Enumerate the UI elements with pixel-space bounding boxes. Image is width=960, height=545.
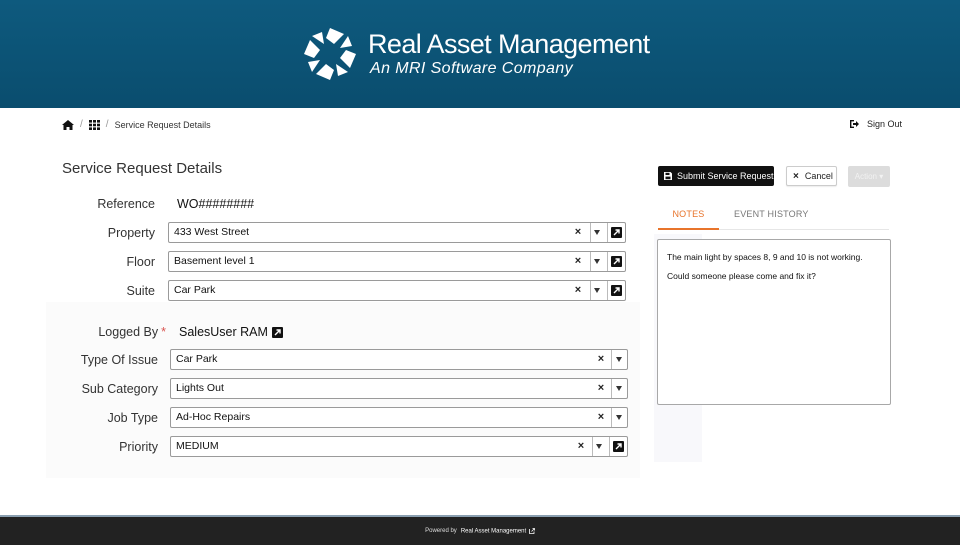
logged-by-user: SalesUser RAM [179,325,268,339]
property-label: Property [107,226,155,240]
field-divider [609,437,610,456]
clear-icon[interactable]: × [595,353,607,365]
reference-value: WO######## [177,197,255,211]
job-type-label: Job Type [107,411,158,425]
open-record-icon[interactable] [271,326,283,338]
suite-label: Suite [126,284,156,298]
chevron-down-icon[interactable] [594,288,600,293]
job-type-select[interactable]: Ad-Hoc Repairs × [170,407,628,428]
type-of-issue-select[interactable]: Car Park × [170,349,628,370]
brand-title: Real Asset Management [368,29,650,59]
breadcrumb-separator: / [105,119,109,130]
chevron-down-icon[interactable] [594,230,600,235]
open-record-icon[interactable] [611,285,622,296]
floor-value: Basement level 1 [174,255,255,267]
field-divider [590,252,591,271]
sub-category-label: Sub Category [81,382,158,396]
footer: Powered by Real Asset Management [0,515,960,545]
priority-value: MEDIUM [176,440,219,452]
notes-textarea[interactable]: The main light by spaces 8, 9 and 10 is … [657,239,891,405]
field-divider [592,437,593,456]
tab-event-history[interactable]: EVENT HISTORY [734,209,809,219]
open-record-icon[interactable] [611,227,622,238]
submit-service-request-button[interactable]: Submit Service Request [658,166,774,186]
powered-by-label: Powered by [425,528,457,534]
sign-out-icon [850,120,859,128]
field-divider [611,350,612,369]
chevron-down-icon[interactable] [596,444,602,449]
field-divider [607,252,608,271]
pinwheel-logo-icon [304,28,356,80]
logged-by-value: SalesUser RAM [179,325,283,339]
breadcrumb: / / Service Request Details [62,119,211,130]
clear-icon[interactable]: × [572,255,584,267]
grid-icon[interactable] [88,119,100,130]
field-divider [611,408,612,427]
breadcrumb-current: Service Request Details [114,119,211,130]
open-record-icon[interactable] [611,256,622,267]
chevron-down-icon[interactable] [616,415,622,420]
type-of-issue-label: Type Of Issue [80,353,158,367]
clear-icon[interactable]: × [575,440,587,452]
external-link-icon [528,527,535,534]
notes-line: Could someone please come and fix it? [667,271,816,281]
brand-logo[interactable]: Real Asset Management An MRI Software Co… [300,24,650,84]
priority-label: Priority [119,440,158,454]
reference-label: Reference [97,197,155,211]
footer-link[interactable]: Real Asset Management [460,527,535,535]
close-icon: × [793,170,799,182]
chevron-down-icon[interactable] [616,386,622,391]
breadcrumb-separator: / [80,119,83,130]
open-record-icon[interactable] [613,441,624,452]
sub-category-select[interactable]: Lights Out × [170,378,628,399]
chevron-down-icon[interactable] [594,259,600,264]
field-divider [590,281,591,300]
type-of-issue-value: Car Park [176,353,218,365]
clear-icon[interactable]: × [595,411,607,423]
property-value: 433 West Street [174,226,250,238]
action-label: Action ▾ [854,172,884,181]
job-type-value: Ad-Hoc Repairs [176,411,251,423]
action-dropdown-button[interactable]: Action ▾ [848,166,890,187]
clear-icon[interactable]: × [595,382,607,394]
floor-select[interactable]: Basement level 1 × [168,251,626,272]
footer-link-text: Real Asset Management [460,528,527,535]
logged-by-label: Logged By * [60,325,166,339]
clear-icon[interactable]: × [572,284,584,296]
chevron-down-icon[interactable] [616,357,622,362]
notes-line: The main light by spaces 8, 9 and 10 is … [667,252,863,262]
suite-value: Car Park [174,284,216,296]
home-icon[interactable] [62,119,74,130]
clear-icon[interactable]: × [572,226,584,238]
header-banner: Real Asset Management An MRI Software Co… [0,0,960,108]
tab-notes[interactable]: NOTES [658,209,719,230]
suite-select[interactable]: Car Park × [168,280,626,301]
tab-underline [719,229,889,230]
required-indicator: * [161,325,166,339]
field-divider [607,281,608,300]
field-divider [611,379,612,398]
page-title: Service Request Details [62,160,223,177]
cancel-button[interactable]: × Cancel [786,166,837,186]
floor-label: Floor [126,255,155,269]
brand-subtitle: An MRI Software Company [370,60,574,77]
submit-label: Submit Service Request [677,171,774,181]
property-select[interactable]: 433 West Street × [168,222,626,243]
sign-out-label: Sign Out [867,119,903,129]
sub-category-value: Lights Out [176,382,224,394]
field-divider [607,223,608,242]
logged-by-label-text: Logged By [98,325,159,339]
save-icon [664,172,672,180]
field-divider [590,223,591,242]
priority-select[interactable]: MEDIUM × [170,436,628,457]
sign-out-link[interactable]: Sign Out [850,119,902,129]
cancel-label: Cancel [804,171,833,181]
